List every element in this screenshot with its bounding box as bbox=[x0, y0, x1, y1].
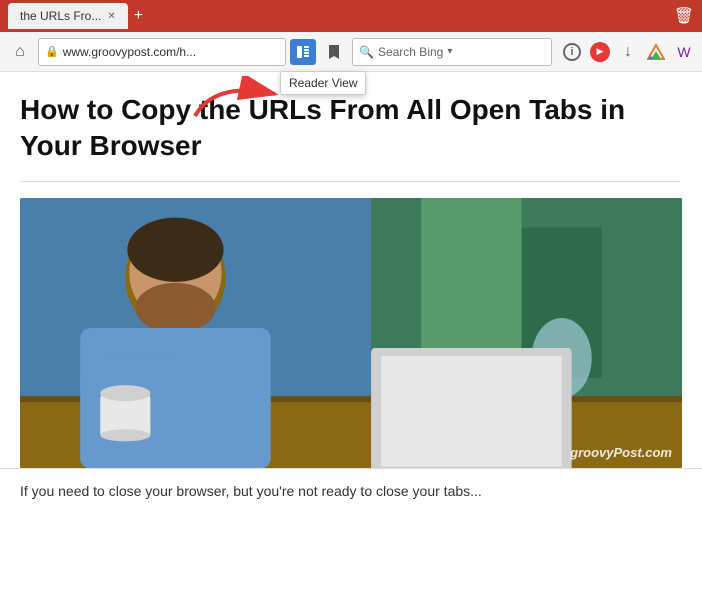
scene-svg bbox=[20, 198, 682, 468]
browser-tab[interactable]: the URLs Fro... ✕ bbox=[8, 3, 128, 29]
article-image: groovyPost.com bbox=[20, 198, 682, 468]
address-bar[interactable]: 🔒 www.groovypost.com/h... bbox=[38, 38, 286, 66]
home-button[interactable]: ⌂ bbox=[6, 38, 34, 66]
article-divider bbox=[20, 181, 680, 182]
drive-icon bbox=[647, 44, 665, 60]
url-text: www.groovypost.com/h... bbox=[63, 45, 196, 59]
download-button[interactable]: ↓ bbox=[616, 40, 640, 64]
reader-view-tooltip: Reader View bbox=[280, 71, 366, 95]
reader-view-icon bbox=[296, 45, 310, 59]
download-icon: ↓ bbox=[624, 43, 632, 61]
article-body-text: If you need to close your browser, but y… bbox=[20, 481, 682, 502]
watermark: groovyPost.com bbox=[570, 445, 672, 460]
article-body: If you need to close your browser, but y… bbox=[0, 468, 702, 502]
search-icon: 🔍 bbox=[359, 45, 374, 59]
title-bar: the URLs Fro... ✕ + 🗑 bbox=[0, 0, 702, 32]
search-dropdown-icon[interactable]: ▾ bbox=[447, 46, 452, 57]
tab-close-icon[interactable]: ✕ bbox=[107, 11, 115, 22]
trash-icon[interactable]: 🗑 bbox=[674, 6, 694, 26]
nav-area-wrapper: ⌂ 🔒 www.groovypost.com/h... Reader View bbox=[0, 32, 702, 72]
play-icon: ▶ bbox=[590, 42, 610, 62]
new-tab-button[interactable]: + bbox=[128, 5, 149, 27]
edge-button[interactable]: W bbox=[672, 40, 696, 64]
drive-button[interactable] bbox=[644, 40, 668, 64]
toolbar-icons: i ▶ ↓ W bbox=[560, 40, 696, 64]
bookmark-icon bbox=[328, 44, 340, 60]
image-scene: groovyPost.com bbox=[20, 198, 682, 468]
tab-area: the URLs Fro... ✕ + bbox=[8, 0, 149, 32]
reader-view-button[interactable] bbox=[290, 39, 316, 65]
content-area: How to Copy the URLs From All Open Tabs … bbox=[0, 72, 702, 610]
edge-icon: W bbox=[677, 44, 690, 60]
search-placeholder-text: Search Bing bbox=[378, 45, 443, 59]
reader-view-container: Reader View bbox=[290, 39, 316, 65]
home-icon: ⌂ bbox=[15, 43, 25, 61]
play-button[interactable]: ▶ bbox=[588, 40, 612, 64]
tab-label: the URLs Fro... bbox=[20, 9, 101, 23]
image-wrapper: groovyPost.com bbox=[0, 198, 702, 468]
search-bar[interactable]: 🔍 Search Bing ▾ bbox=[352, 38, 552, 66]
info-icon: i bbox=[563, 43, 581, 61]
nav-bar: ⌂ 🔒 www.groovypost.com/h... Reader View bbox=[0, 32, 702, 72]
bookmark-button[interactable] bbox=[320, 38, 348, 66]
info-button[interactable]: i bbox=[560, 40, 584, 64]
lock-icon: 🔒 bbox=[45, 45, 59, 58]
article-title: How to Copy the URLs From All Open Tabs … bbox=[20, 92, 680, 165]
